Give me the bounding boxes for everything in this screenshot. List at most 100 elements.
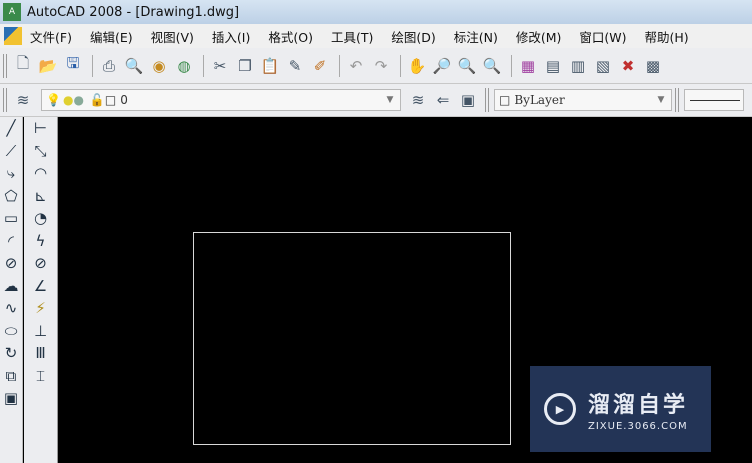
layer-select[interactable]: 💡 ● ● 🔓 □ 0 ▼ — [41, 89, 401, 111]
new-icon[interactable]: 🗋 — [12, 54, 34, 77]
arc-icon[interactable]: ◜ — [0, 230, 22, 253]
layers-toolbar: ≋ 💡 ● ● 🔓 □ 0 ▼ ≋ ⇐ ▣ □ ByLayer ▼ — [0, 84, 752, 117]
menu-edit[interactable]: 编辑(E) — [90, 27, 133, 46]
design-center-icon[interactable]: ▤ — [542, 55, 564, 77]
ellipse-arc-icon[interactable]: ↻ — [0, 342, 22, 365]
menu-insert[interactable]: 插入(I) — [212, 27, 250, 46]
divider — [203, 54, 204, 77]
layer-thaw-icon: ● — [62, 93, 74, 107]
play-logo-icon: ▶ — [544, 393, 576, 425]
calculator-icon[interactable]: ▩ — [642, 55, 664, 77]
divider — [400, 54, 401, 77]
layer-manager-icon[interactable]: ≋ — [12, 89, 34, 111]
properties-icon[interactable]: ▦ — [517, 55, 539, 77]
zoom-window-icon[interactable]: 🔍 — [456, 55, 478, 77]
layer-color-icon: □ — [104, 93, 117, 107]
app-menu-icon[interactable] — [4, 27, 22, 45]
tool-palettes-icon[interactable]: ▥ — [567, 55, 589, 77]
layer-on-icon: 💡 — [46, 93, 61, 107]
layer-lock-icon: 🔓 — [89, 93, 105, 107]
construction-line-icon[interactable]: ⟋ — [0, 140, 22, 163]
aligned-dimension-icon[interactable]: ⤡ — [24, 140, 57, 163]
polyline-icon[interactable]: ⤷ — [0, 162, 22, 185]
chevron-down-icon[interactable]: ▼ — [383, 93, 397, 107]
toolbar-grip[interactable] — [675, 88, 679, 112]
open-icon[interactable]: 📂 — [37, 55, 59, 77]
color-swatch-icon: □ — [499, 93, 511, 107]
polygon-icon[interactable]: ⬠ — [0, 185, 22, 208]
cut-icon[interactable]: ✂ — [209, 55, 231, 77]
menu-file[interactable]: 文件(F) — [30, 27, 72, 46]
paste-icon[interactable]: 📋 — [259, 55, 281, 77]
menu-dimension[interactable]: 标注(N) — [454, 27, 498, 46]
linetype-line — [690, 99, 740, 101]
layer-states-icon[interactable]: ▣ — [457, 89, 479, 111]
rectangle-icon[interactable]: ▭ — [0, 207, 22, 230]
window-title: AutoCAD 2008 - [Drawing1.dwg] — [27, 4, 240, 20]
watermark-url: ZIXUE.3066.COM — [588, 420, 688, 432]
divider — [511, 54, 512, 77]
diameter-dimension-icon[interactable]: ⊘ — [24, 252, 57, 275]
publish-icon[interactable]: ◉ — [148, 55, 170, 77]
zoom-realtime-icon[interactable]: 🔎 — [431, 55, 453, 77]
color-value: ByLayer — [514, 93, 565, 107]
menu-view[interactable]: 视图(V) — [151, 27, 194, 46]
circle-icon[interactable]: ⊘ — [0, 252, 22, 275]
redo-icon[interactable]: ↷ — [370, 55, 392, 77]
line-icon[interactable]: ╱ — [0, 117, 22, 140]
layer-viewport-icon: ● — [73, 93, 84, 107]
radius-dimension-icon[interactable]: ◔ — [24, 207, 57, 230]
linetype-select[interactable] — [684, 89, 744, 111]
menu-tools[interactable]: 工具(T) — [331, 27, 373, 46]
revision-cloud-icon[interactable]: ☁ — [0, 275, 22, 298]
menu-bar: 文件(F) 编辑(E) 视图(V) 插入(I) 格式(O) 工具(T) 绘图(D… — [0, 24, 752, 48]
menu-help[interactable]: 帮助(H) — [645, 27, 689, 46]
dimension-space-icon[interactable]: ⌶ — [24, 365, 57, 388]
layer-previous-icon[interactable]: ⇐ — [432, 89, 454, 111]
undo-icon[interactable]: ↶ — [345, 55, 367, 77]
menu-window[interactable]: 窗口(W) — [579, 27, 626, 46]
quick-dimension-icon[interactable]: ⚡ — [24, 297, 57, 320]
divider — [339, 54, 340, 77]
plot-preview-icon[interactable]: 🔍 — [123, 55, 145, 77]
insert-block-icon[interactable]: ⧉ — [0, 365, 22, 388]
chevron-down-icon[interactable]: ▼ — [654, 93, 668, 107]
match-properties-icon[interactable]: ✎ — [284, 55, 306, 77]
save-icon[interactable]: 🖫 — [62, 54, 84, 77]
drawn-rectangle[interactable] — [193, 232, 511, 445]
pan-icon[interactable]: ✋ — [406, 55, 428, 77]
autocad-logo-icon: A — [3, 3, 21, 21]
layer-name: 0 — [120, 93, 128, 107]
jogged-dimension-icon[interactable]: ϟ — [24, 230, 57, 253]
make-block-icon[interactable]: ▣ — [0, 387, 22, 410]
sheet-set-icon[interactable]: ▧ — [592, 55, 614, 77]
watermark: ▶ 溜溜自学 ZIXUE.3066.COM — [530, 366, 711, 452]
spline-icon[interactable]: ∿ — [0, 297, 22, 320]
arc-length-icon[interactable]: ◠ — [24, 162, 57, 185]
menu-draw[interactable]: 绘图(D) — [391, 27, 435, 46]
toolbar-grip[interactable] — [485, 88, 489, 112]
3d-dwf-icon[interactable]: ◍ — [173, 55, 195, 77]
plot-icon[interactable]: ⎙ — [98, 55, 120, 77]
linear-dimension-icon[interactable]: ⊢ — [24, 117, 57, 140]
zoom-previous-icon[interactable]: 🔍 — [481, 55, 503, 77]
block-editor-icon[interactable]: ✐ — [309, 55, 331, 77]
ellipse-icon[interactable]: ⬭ — [0, 320, 22, 343]
make-current-layer-icon[interactable]: ≋ — [407, 89, 429, 111]
divider — [92, 54, 93, 77]
menu-format[interactable]: 格式(O) — [268, 27, 313, 46]
baseline-dimension-icon[interactable]: ⊥ — [24, 320, 57, 343]
color-select[interactable]: □ ByLayer ▼ — [494, 89, 672, 111]
toolbar-grip[interactable] — [3, 88, 7, 112]
draw-toolbar: ╱ ⟋ ⤷ ⬠ ▭ ◜ ⊘ ☁ ∿ ⬭ ↻ ⧉ ▣ — [0, 117, 23, 463]
menu-modify[interactable]: 修改(M) — [516, 27, 562, 46]
ordinate-dimension-icon[interactable]: ⊾ — [24, 185, 57, 208]
toolbar-grip[interactable] — [3, 53, 7, 78]
markup-icon[interactable]: ✖ — [617, 55, 639, 77]
title-bar: A AutoCAD 2008 - [Drawing1.dwg] — [0, 0, 752, 24]
angular-dimension-icon[interactable]: ∠ — [24, 275, 57, 298]
dimension-toolbar: ⊢ ⤡ ◠ ⊾ ◔ ϟ ⊘ ∠ ⚡ ⊥ Ⅲ ⌶ — [24, 117, 58, 463]
watermark-name: 溜溜自学 — [588, 392, 689, 418]
continue-dimension-icon[interactable]: Ⅲ — [24, 342, 57, 365]
copy-icon[interactable]: ❐ — [234, 55, 256, 77]
